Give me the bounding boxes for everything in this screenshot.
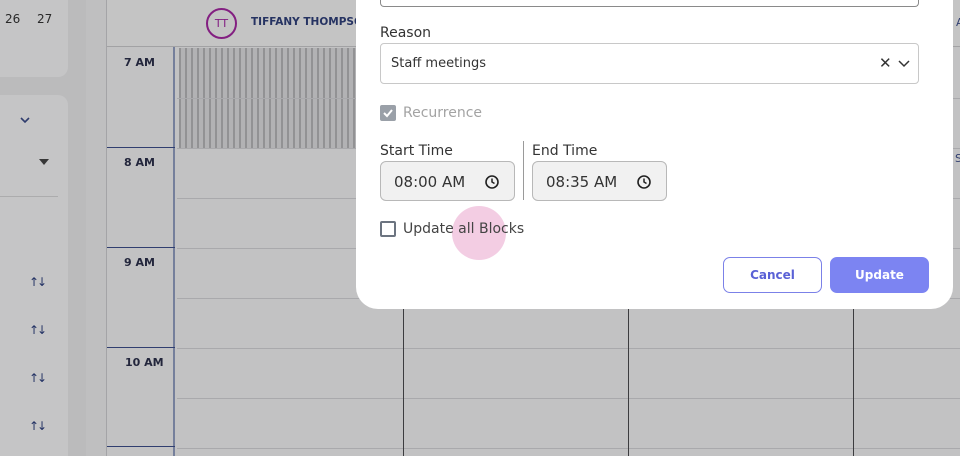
start-time-input[interactable]: 08:00 AM	[380, 161, 515, 201]
update-all-blocks-label[interactable]: Update all Blocks	[403, 221, 524, 237]
clock-icon[interactable]	[636, 174, 652, 190]
previous-field[interactable]	[380, 0, 919, 7]
time-separator	[523, 141, 524, 200]
cancel-button[interactable]: Cancel	[723, 257, 822, 293]
clock-icon[interactable]	[484, 174, 500, 190]
chevron-down-icon[interactable]	[896, 55, 912, 71]
recurrence-label: Recurrence	[403, 105, 483, 121]
end-time-value: 08:35 AM	[546, 173, 618, 191]
update-button[interactable]: Update	[830, 257, 929, 293]
edit-block-dialog: Reason Staff meetings ✕ Recurrence Start…	[356, 0, 953, 309]
end-time-label: End Time	[532, 143, 598, 159]
reason-select[interactable]: Staff meetings ✕	[380, 43, 919, 84]
reason-value: Staff meetings	[391, 56, 487, 71]
start-time-label: Start Time	[380, 143, 453, 159]
reason-label: Reason	[380, 25, 432, 41]
recurrence-checkbox	[380, 105, 396, 121]
start-time-value: 08:00 AM	[394, 173, 466, 191]
end-time-input[interactable]: 08:35 AM	[532, 161, 667, 201]
clear-icon[interactable]: ✕	[879, 54, 892, 72]
update-all-blocks-checkbox[interactable]	[380, 221, 396, 237]
checkmark-icon	[383, 109, 393, 118]
